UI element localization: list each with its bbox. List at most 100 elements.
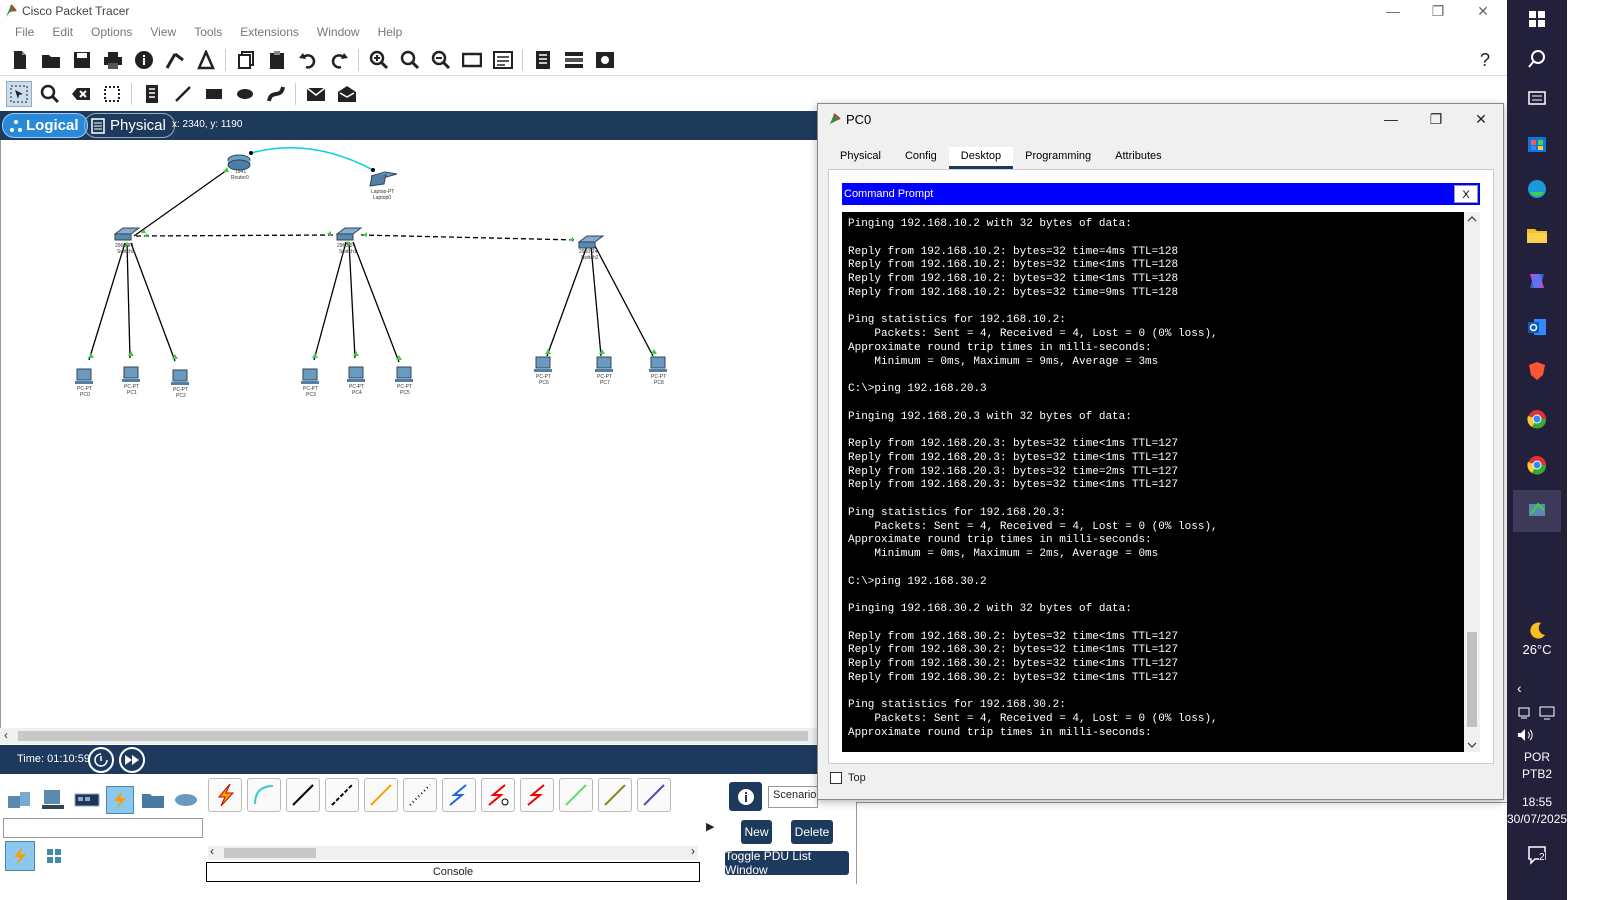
always-on-top-checkbox[interactable]: Top [830, 772, 866, 784]
pc6-device[interactable]: PC-PTPC6 [534, 356, 552, 386]
maximize-button[interactable]: ❐ [1415, 0, 1461, 22]
tab-config[interactable]: Config [893, 147, 949, 169]
inspect-tool-icon[interactable] [37, 81, 63, 107]
network-status-icon[interactable] [1517, 706, 1531, 720]
copilot-icon[interactable] [1524, 268, 1550, 294]
file-explorer-icon[interactable] [1524, 222, 1550, 248]
scroll-up-icon[interactable] [1467, 216, 1477, 222]
redo-icon[interactable] [326, 47, 352, 73]
brave-browser-icon[interactable] [1524, 358, 1550, 384]
switch0-device[interactable]: 2960-24 Switch0 [113, 227, 141, 255]
notification-icon[interactable]: 2 [1524, 842, 1550, 868]
activity-wizard-icon[interactable] [193, 47, 219, 73]
switch1-device[interactable]: 2960-24 Switch1 [335, 227, 363, 255]
connections-grid-icon[interactable] [40, 842, 68, 870]
scenario-select[interactable]: Scenario [768, 786, 818, 808]
pc2-device[interactable]: PC-PTPC2 [171, 369, 189, 399]
scroll-down-icon[interactable] [1467, 742, 1477, 748]
laptop-device[interactable]: Laptop-PT Laptop0 [369, 171, 398, 201]
show-hidden-icons-icon[interactable]: ‹ [1517, 680, 1522, 696]
coaxial-cable-icon[interactable] [442, 778, 476, 812]
pc0-maximize-button[interactable]: ❐ [1416, 108, 1456, 130]
delete-scenario-button[interactable]: Delete [791, 820, 833, 844]
scroll-left-icon[interactable]: ‹ [4, 728, 8, 742]
screenshot-icon[interactable] [592, 47, 618, 73]
edge-browser-icon[interactable] [1524, 176, 1550, 202]
scroll-thumb[interactable] [224, 848, 316, 858]
device-search-field[interactable] [3, 818, 203, 838]
freeform-icon[interactable] [263, 81, 289, 107]
multiuser-category-icon[interactable] [172, 786, 200, 814]
undo-icon[interactable] [295, 47, 321, 73]
network-wizard-icon[interactable] [162, 47, 188, 73]
info-icon[interactable] [131, 47, 157, 73]
delete-tool-icon[interactable] [68, 81, 94, 107]
menu-help[interactable]: Help [378, 25, 403, 39]
copy-icon[interactable] [233, 47, 259, 73]
pc8-device[interactable]: PC-PTPC8 [649, 356, 667, 386]
clock-date[interactable]: 30/07/2025 [1507, 812, 1567, 826]
device-list-scrollbar[interactable]: ‹ › [208, 844, 698, 860]
pc7-device[interactable]: PC-PTPC7 [595, 356, 613, 386]
tab-desktop[interactable]: Desktop [948, 147, 1014, 169]
crossover-cable-icon[interactable] [325, 778, 359, 812]
logical-view-tab[interactable]: Logical [2, 113, 88, 138]
scroll-thumb[interactable] [18, 731, 808, 741]
expand-arrow-icon[interactable]: ▶ [706, 820, 714, 833]
drawing-palette-icon[interactable] [459, 47, 485, 73]
add-simple-pdu-icon[interactable] [303, 81, 329, 107]
serial-dce-cable-icon[interactable] [481, 778, 515, 812]
draw-ellipse-icon[interactable] [232, 81, 258, 107]
menu-view[interactable]: View [150, 25, 176, 39]
keyboard-layout[interactable]: PTB2 [1507, 767, 1567, 781]
tab-programming[interactable]: Programming [1013, 147, 1103, 169]
toggle-pdu-list-button[interactable]: Toggle PDU List Window [725, 849, 849, 877]
tab-physical[interactable]: Physical [828, 147, 893, 169]
miscellaneous-category-icon[interactable] [139, 786, 167, 814]
octal-cable-icon[interactable] [559, 778, 593, 812]
pc4-device[interactable]: PC-PTPC4 [347, 366, 365, 396]
pc0-close-button[interactable]: ✕ [1461, 108, 1501, 130]
phone-cable-icon[interactable] [403, 778, 437, 812]
new-file-icon[interactable] [7, 47, 33, 73]
physical-view-tab[interactable]: Physical [84, 113, 175, 138]
minimize-button[interactable]: — [1370, 0, 1416, 22]
end-devices-category-icon[interactable] [39, 786, 67, 814]
packet-tracer-taskbar-icon[interactable] [1513, 490, 1561, 532]
pc1-device[interactable]: PC-PTPC1 [122, 366, 140, 396]
pc0-device[interactable]: PC-PTPC0 [75, 368, 93, 398]
chrome-browser-icon[interactable] [1524, 452, 1550, 478]
save-icon[interactable] [69, 47, 95, 73]
menu-window[interactable]: Window [317, 25, 360, 39]
console-cable-icon[interactable] [247, 778, 281, 812]
auto-connection-icon[interactable] [208, 778, 242, 812]
place-note-icon[interactable] [139, 81, 165, 107]
zoom-reset-icon[interactable] [397, 47, 423, 73]
checkbox-box[interactable] [830, 772, 842, 784]
command-prompt-close-button[interactable]: X [1454, 185, 1478, 203]
zoom-out-icon[interactable] [428, 47, 454, 73]
usb-cable-icon[interactable] [637, 778, 671, 812]
draw-line-icon[interactable] [170, 81, 196, 107]
connections-subcategory-icon[interactable] [5, 841, 35, 871]
logical-workspace[interactable]: 1941 Router0 Laptop-PT Laptop0 2960-24 S… [0, 140, 818, 728]
paste-icon[interactable] [264, 47, 290, 73]
fiber-cable-icon[interactable] [364, 778, 398, 812]
help-button[interactable]: ? [1480, 50, 1490, 71]
pc0-minimize-button[interactable]: — [1371, 108, 1411, 130]
store-app-icon[interactable] [1524, 130, 1550, 156]
serial-dte-cable-icon[interactable] [520, 778, 554, 812]
network-devices-category-icon[interactable] [5, 786, 33, 814]
tab-attributes[interactable]: Attributes [1103, 147, 1173, 169]
resize-tool-icon[interactable] [99, 81, 125, 107]
workspace-horizontal-scrollbar[interactable]: ‹ [0, 728, 818, 744]
print-icon[interactable] [100, 47, 126, 73]
draw-rectangle-icon[interactable] [201, 81, 227, 107]
task-view-icon[interactable] [1524, 85, 1550, 111]
menu-tools[interactable]: Tools [194, 25, 222, 39]
device-rack-icon[interactable] [561, 47, 587, 73]
volume-icon[interactable] [1517, 728, 1535, 742]
switch2-device[interactable]: 2960-24 Switch2 [577, 235, 605, 261]
display-icon[interactable] [1539, 706, 1555, 720]
router-device[interactable]: 1941 Router0 [227, 154, 251, 181]
